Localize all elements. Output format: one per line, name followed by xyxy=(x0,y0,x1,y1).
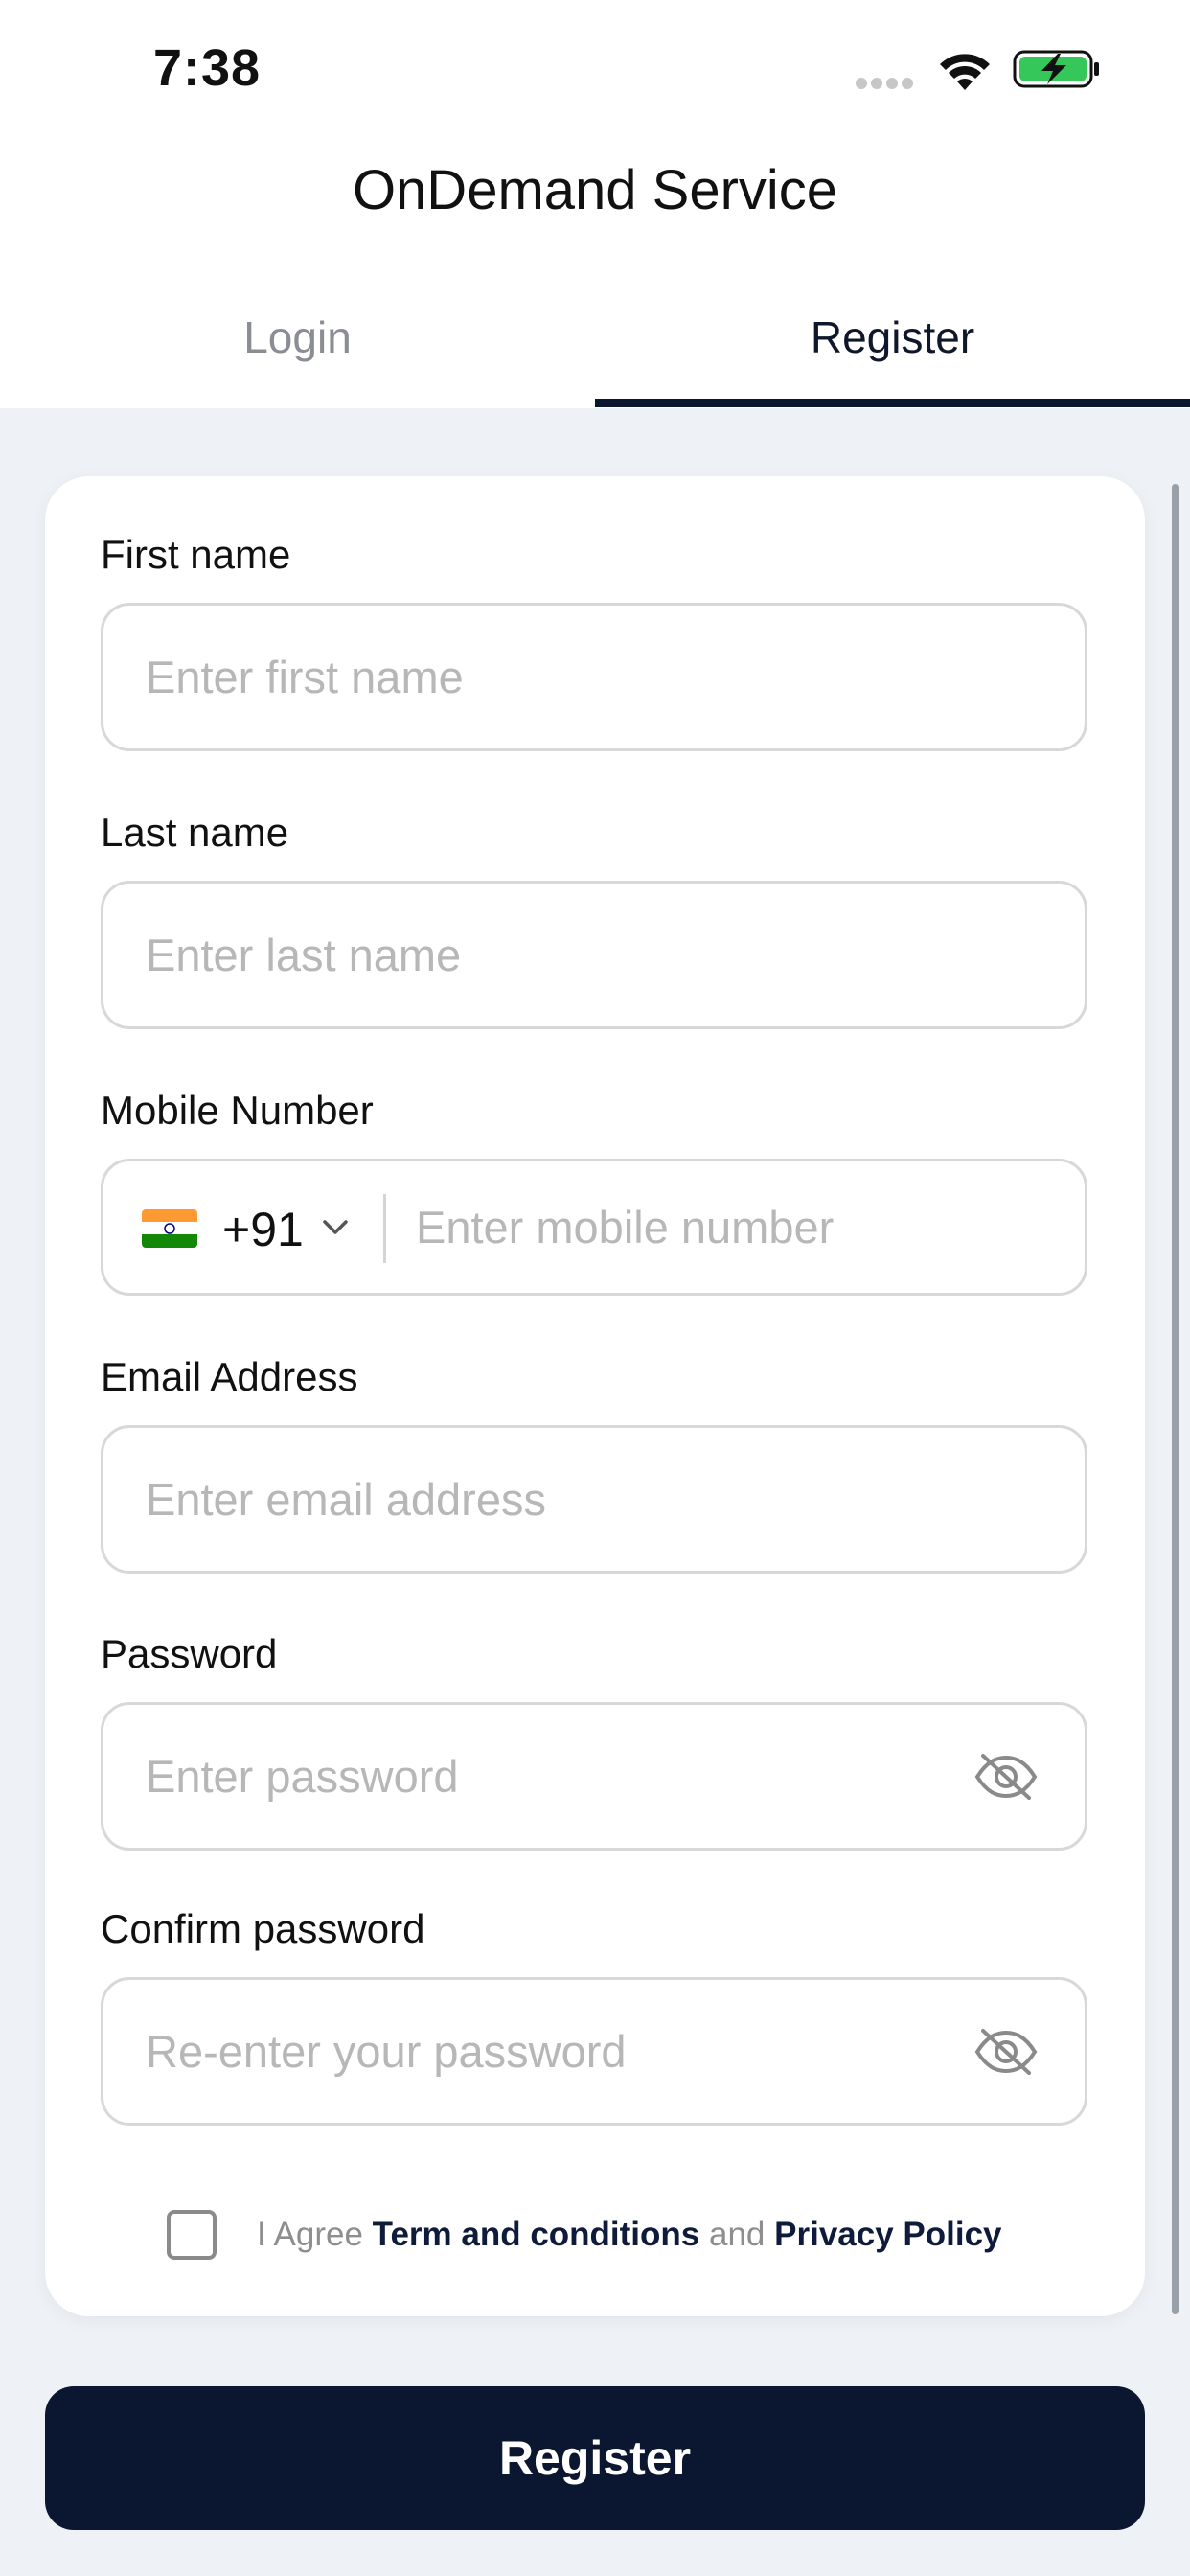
email-input[interactable] xyxy=(146,1428,970,1571)
last-name-input[interactable] xyxy=(146,884,970,1026)
password-input[interactable] xyxy=(146,1705,970,1848)
password-field xyxy=(101,1702,1087,1851)
phone-divider xyxy=(383,1194,386,1263)
register-form-card: First name Last name Mobile Number +91 E… xyxy=(45,476,1145,2316)
mobile-number-input[interactable] xyxy=(416,1162,1048,1293)
confirm-password-label: Confirm password xyxy=(101,1906,425,1951)
confirm-password-field xyxy=(101,1977,1087,2126)
privacy-policy-link[interactable]: Privacy Policy xyxy=(774,2216,1001,2253)
first-name-label: First name xyxy=(101,532,291,577)
email-field xyxy=(101,1425,1087,1574)
confirm-password-input[interactable] xyxy=(146,1980,970,2123)
scrollbar[interactable] xyxy=(1172,484,1179,2314)
agree-prefix: I Agree xyxy=(257,2216,363,2253)
terms-link[interactable]: Term and conditions xyxy=(373,2216,700,2253)
agree-checkbox[interactable] xyxy=(167,2210,217,2260)
tab-login[interactable]: Login xyxy=(0,311,595,363)
last-name-label: Last name xyxy=(101,810,289,855)
tab-register[interactable]: Register xyxy=(595,311,1190,363)
last-name-field xyxy=(101,881,1087,1029)
first-name-field xyxy=(101,603,1087,751)
status-time: 7:38 xyxy=(153,39,262,97)
app-title: OnDemand Service xyxy=(352,159,838,221)
agree-text: I Agree Term and conditions and Privacy … xyxy=(257,2216,1002,2254)
mobile-number-label: Mobile Number xyxy=(101,1088,374,1133)
agree-joiner: and xyxy=(708,2216,766,2253)
register-button[interactable]: Register xyxy=(45,2386,1145,2530)
email-label: Email Address xyxy=(101,1354,358,1399)
cellular-signal-icon xyxy=(856,77,919,89)
india-flag-icon xyxy=(142,1209,197,1248)
eye-off-icon[interactable] xyxy=(973,2027,1039,2077)
battery-charging-icon xyxy=(1013,50,1099,88)
wifi-icon xyxy=(940,54,990,90)
eye-off-icon[interactable] xyxy=(973,1752,1039,1802)
first-name-input[interactable] xyxy=(146,606,970,748)
active-tab-indicator xyxy=(595,399,1190,407)
mobile-number-field: +91 xyxy=(101,1159,1087,1296)
password-label: Password xyxy=(101,1631,278,1676)
country-code: +91 xyxy=(222,1203,304,1256)
chevron-down-icon xyxy=(323,1220,348,1234)
